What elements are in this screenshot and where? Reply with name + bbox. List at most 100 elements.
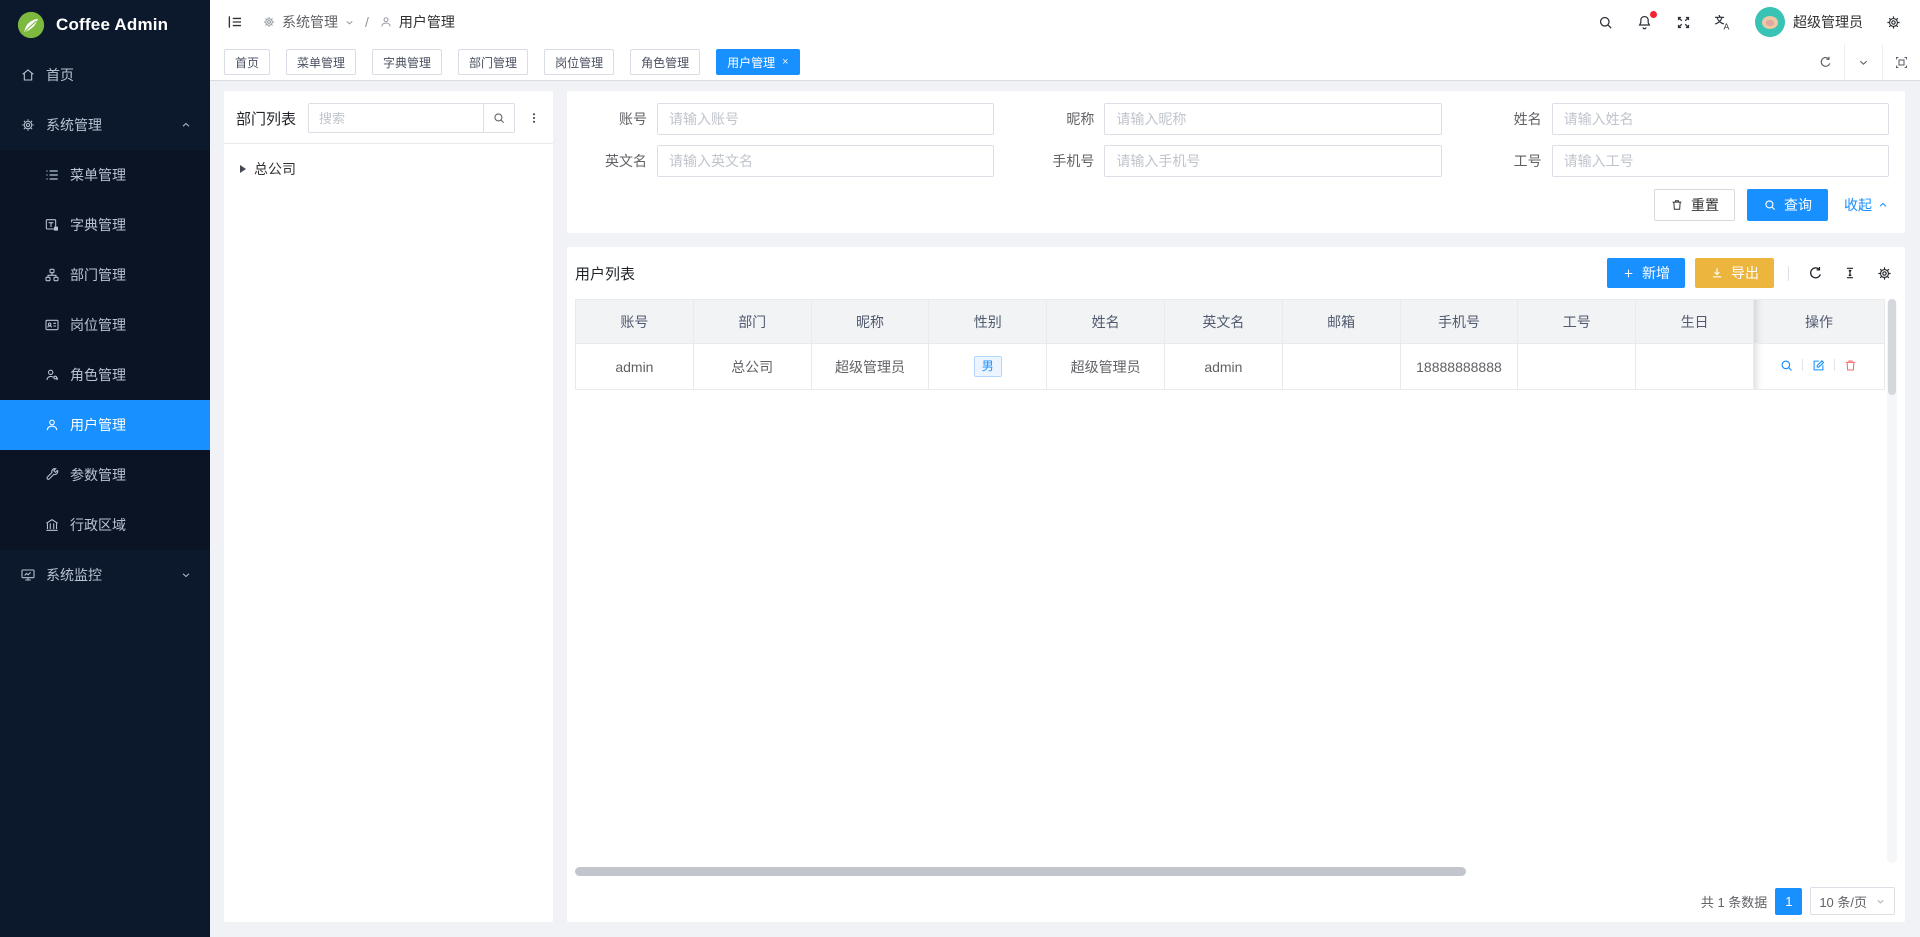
sidebar-item-post-mgmt[interactable]: 岗位管理 bbox=[0, 300, 210, 350]
english-name-input[interactable] bbox=[657, 145, 994, 177]
vertical-scrollbar[interactable] bbox=[1887, 299, 1897, 863]
user-table-card: 用户列表 新增 导出 bbox=[567, 247, 1905, 922]
view-detail-icon[interactable] bbox=[1779, 358, 1794, 373]
collapse-link[interactable]: 收起 bbox=[1844, 195, 1889, 215]
sidebar-item-label: 菜单管理 bbox=[70, 165, 192, 185]
divider bbox=[1834, 359, 1835, 371]
sidebar-item-home[interactable]: 首页 bbox=[0, 50, 210, 100]
translate-icon[interactable]: 文A bbox=[1714, 13, 1733, 32]
account-input[interactable] bbox=[657, 103, 994, 135]
add-user-button[interactable]: 新增 bbox=[1607, 258, 1685, 288]
column-header[interactable]: 部门 bbox=[693, 300, 811, 344]
chevron-down-icon[interactable] bbox=[1844, 44, 1882, 80]
divider bbox=[1802, 359, 1803, 371]
sidebar-item-user-mgmt[interactable]: 用户管理 bbox=[0, 400, 210, 450]
tab-label: 字典管理 bbox=[383, 54, 431, 71]
menu-fold-icon[interactable] bbox=[226, 13, 244, 31]
column-header[interactable]: 英文名 bbox=[1164, 300, 1282, 344]
field-name: 姓名 bbox=[1478, 103, 1889, 135]
chevron-down-icon bbox=[180, 569, 192, 581]
edit-icon[interactable] bbox=[1811, 358, 1826, 373]
vertical-scrollbar-thumb[interactable] bbox=[1888, 299, 1896, 395]
sidebar-item-dept-mgmt[interactable]: 部门管理 bbox=[0, 250, 210, 300]
tab-dept-mgmt[interactable]: 部门管理 bbox=[458, 49, 528, 75]
dictionary-icon bbox=[44, 217, 60, 233]
phone-input[interactable] bbox=[1104, 145, 1441, 177]
name-input[interactable] bbox=[1552, 103, 1889, 135]
cell-work-no bbox=[1518, 344, 1636, 390]
reset-button[interactable]: 重置 bbox=[1654, 189, 1735, 221]
main-area: 系统管理 / 用户管理 文A 超级管理员 bbox=[210, 0, 1920, 937]
column-header[interactable]: 工号 bbox=[1518, 300, 1636, 344]
department-search-button[interactable] bbox=[483, 103, 515, 133]
work-no-input[interactable] bbox=[1552, 145, 1889, 177]
horizontal-scrollbar-thumb[interactable] bbox=[575, 867, 1466, 876]
tree-node-company[interactable]: 总公司 bbox=[236, 156, 541, 182]
close-icon[interactable]: × bbox=[782, 57, 788, 68]
sidebar-item-label: 首页 bbox=[46, 65, 192, 85]
export-label: 导出 bbox=[1731, 263, 1759, 283]
gear-icon bbox=[20, 117, 36, 133]
user-table-header: 用户列表 新增 导出 bbox=[575, 247, 1897, 299]
column-header[interactable]: 昵称 bbox=[811, 300, 929, 344]
sidebar-item-role-mgmt[interactable]: 角色管理 bbox=[0, 350, 210, 400]
sidebar-item-dict-mgmt[interactable]: 字典管理 bbox=[0, 200, 210, 250]
right-column: 账号 昵称 姓名 英文名 bbox=[567, 91, 1905, 922]
kebab-menu-icon[interactable] bbox=[527, 110, 541, 126]
search-icon[interactable] bbox=[1597, 14, 1614, 31]
sidebar: Coffee Admin 首页 系统管理 菜单管理 字典管理 bbox=[0, 0, 210, 937]
sidebar-group-system[interactable]: 系统管理 bbox=[0, 100, 210, 150]
page-size-label: 10 条/页 bbox=[1819, 892, 1867, 911]
refresh-icon[interactable] bbox=[1806, 44, 1844, 80]
nickname-input[interactable] bbox=[1104, 103, 1441, 135]
column-header[interactable]: 手机号 bbox=[1400, 300, 1518, 344]
search-button[interactable]: 查询 bbox=[1747, 189, 1828, 221]
column-header[interactable]: 姓名 bbox=[1047, 300, 1165, 344]
settings-gear-icon[interactable] bbox=[1885, 14, 1902, 31]
field-label: 昵称 bbox=[1030, 109, 1104, 129]
notification-bell-icon[interactable] bbox=[1636, 14, 1653, 31]
column-header[interactable]: 邮箱 bbox=[1282, 300, 1400, 344]
breadcrumb-group[interactable]: 系统管理 bbox=[282, 12, 338, 32]
page-number-button[interactable]: 1 bbox=[1775, 888, 1802, 915]
tabbar: 首页 菜单管理 字典管理 部门管理 岗位管理 角色管理 用户管理 × bbox=[210, 44, 1920, 81]
svg-text:A: A bbox=[1724, 21, 1730, 31]
tab-post-mgmt[interactable]: 岗位管理 bbox=[544, 49, 614, 75]
sidebar-item-admin-region[interactable]: 行政区域 bbox=[0, 500, 210, 550]
chevron-up-icon bbox=[180, 119, 192, 131]
tab-role-mgmt[interactable]: 角色管理 bbox=[630, 49, 700, 75]
page-size-select[interactable]: 10 条/页 bbox=[1810, 887, 1895, 915]
sidebar-group-monitor[interactable]: 系统监控 bbox=[0, 550, 210, 600]
department-search-input[interactable] bbox=[308, 103, 483, 133]
field-phone: 手机号 bbox=[1030, 145, 1441, 177]
sidebar-item-param-mgmt[interactable]: 参数管理 bbox=[0, 450, 210, 500]
filter-form: 账号 昵称 姓名 英文名 bbox=[583, 103, 1889, 177]
maximize-icon[interactable] bbox=[1882, 44, 1920, 80]
sidebar-item-label: 字典管理 bbox=[70, 215, 192, 235]
delete-icon[interactable] bbox=[1843, 358, 1858, 373]
tab-menu-mgmt[interactable]: 菜单管理 bbox=[286, 49, 356, 75]
row-height-icon[interactable] bbox=[1838, 265, 1862, 281]
sidebar-group-label: 系统管理 bbox=[46, 115, 170, 135]
horizontal-scrollbar[interactable] bbox=[575, 865, 1885, 878]
user-menu[interactable]: 超级管理员 bbox=[1755, 7, 1863, 37]
fullscreen-icon[interactable] bbox=[1675, 14, 1692, 31]
sidebar-menu: 首页 系统管理 菜单管理 字典管理 部门管理 bbox=[0, 50, 210, 937]
tab-home[interactable]: 首页 bbox=[224, 49, 270, 75]
topbar-actions: 文A 超级管理员 bbox=[1597, 7, 1902, 37]
export-button[interactable]: 导出 bbox=[1695, 258, 1774, 288]
table-settings-gear-icon[interactable] bbox=[1872, 265, 1897, 282]
tab-dict-mgmt[interactable]: 字典管理 bbox=[372, 49, 442, 75]
table-row[interactable]: admin 总公司 超级管理员 男 超级管理员 admin 1888888888… bbox=[576, 344, 1885, 390]
tab-label: 部门管理 bbox=[469, 54, 517, 71]
column-header[interactable]: 账号 bbox=[576, 300, 694, 344]
refresh-icon[interactable] bbox=[1803, 265, 1828, 282]
column-header[interactable]: 生日 bbox=[1636, 300, 1754, 344]
cell-actions bbox=[1753, 344, 1884, 390]
cell-english-name: admin bbox=[1164, 344, 1282, 390]
sidebar-item-menu-mgmt[interactable]: 菜单管理 bbox=[0, 150, 210, 200]
monitor-icon bbox=[20, 567, 36, 583]
column-header[interactable]: 性别 bbox=[929, 300, 1047, 344]
tab-user-mgmt[interactable]: 用户管理 × bbox=[716, 49, 799, 75]
caret-right-icon[interactable] bbox=[240, 165, 246, 173]
